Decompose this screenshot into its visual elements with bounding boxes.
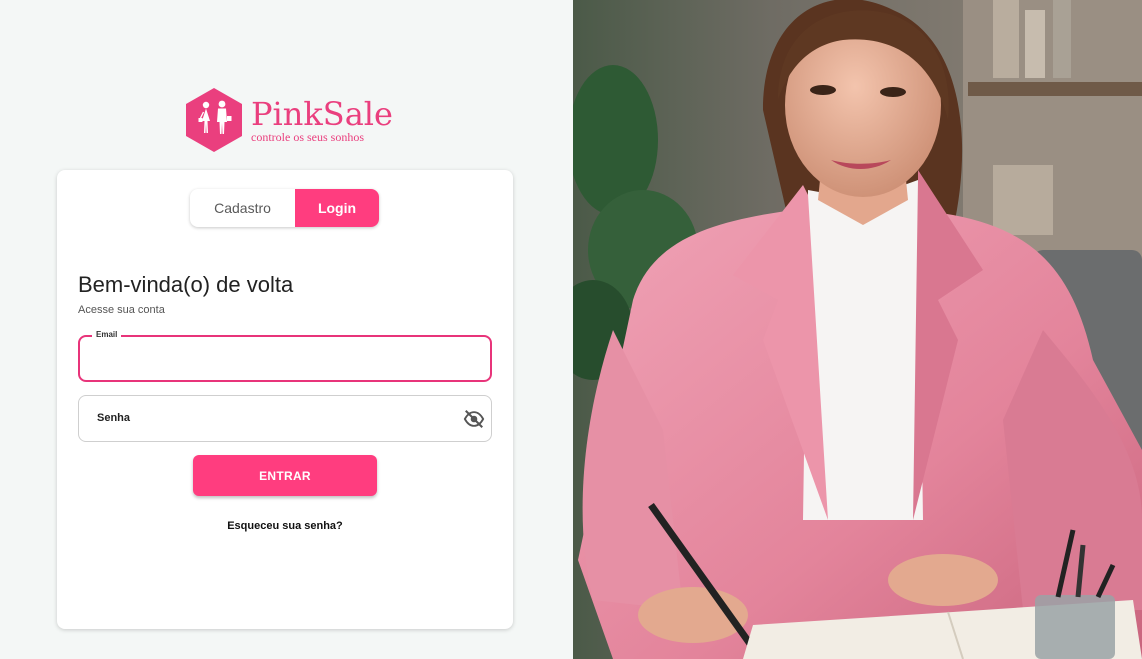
forgot-password-link[interactable]: Esqueceu sua senha? [57, 520, 513, 532]
email-input[interactable] [80, 337, 490, 380]
brand-logo: PinkSale controle os seus sonhos [185, 86, 393, 154]
email-field: Email [78, 330, 492, 382]
brand-text: PinkSale controle os seus sonhos [251, 98, 393, 143]
page-subtitle: Acesse sua conta [78, 304, 165, 316]
password-input[interactable] [79, 396, 491, 441]
login-page: PinkSale controle os seus sonhos Cadastr… [0, 0, 1142, 659]
submit-button[interactable]: ENTRAR [193, 455, 377, 496]
hero-photo [573, 0, 1142, 659]
password-field: Senha [78, 395, 492, 442]
page-title: Bem-vinda(o) de volta [78, 272, 294, 297]
tab-cadastro[interactable]: Cadastro [190, 189, 295, 227]
brand-tagline: controle os seus sonhos [251, 129, 364, 144]
brand-name: PinkSale [251, 94, 393, 133]
couple-hexagon-icon [186, 88, 242, 152]
login-panel: PinkSale controle os seus sonhos Cadastr… [0, 0, 573, 659]
tab-login[interactable]: Login [295, 189, 379, 227]
eye-off-icon[interactable] [463, 408, 485, 430]
auth-tab-switch: Cadastro Login [190, 189, 379, 227]
login-card: Cadastro Login Bem-vinda(o) de volta Ace… [57, 170, 513, 629]
woman-in-pink-blazer-writing-photo [573, 0, 1142, 659]
